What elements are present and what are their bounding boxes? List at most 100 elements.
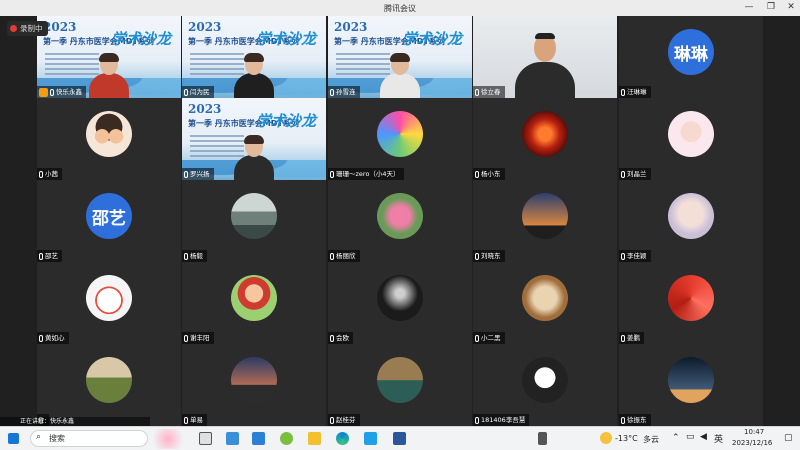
participant-video (515, 33, 575, 98)
participant-tile[interactable]: 谢丰阳 (182, 262, 326, 344)
title-bar: 腾讯会议 — ❐ ✕ (0, 0, 800, 16)
task-view-icon[interactable] (199, 432, 212, 445)
avatar (522, 357, 568, 403)
participant-name-tag: 181406李吾慧 (473, 414, 530, 426)
participant-tile[interactable]: 小二黑 (473, 262, 617, 344)
clock-date[interactable]: 2023/12/16 (732, 439, 772, 447)
slide-year: 2023 (43, 20, 77, 34)
participant-tile[interactable]: 刘晓东 (473, 180, 617, 262)
avatar: 邵艺 (86, 193, 132, 239)
participant-tile[interactable]: 姜鹏 (619, 262, 763, 344)
notification-icon[interactable]: ▢ (784, 433, 793, 443)
app-icon-1[interactable] (226, 432, 239, 445)
windows-start-icon[interactable] (8, 433, 19, 444)
chevron-up-icon[interactable]: ⌃ (672, 433, 680, 443)
participant-name-tag: 赵桂芬 (328, 414, 360, 426)
avatar (231, 275, 277, 321)
minimize-icon[interactable]: — (742, 1, 756, 14)
window-title: 腾讯会议 (384, 4, 416, 13)
participant-name: 小二黑 (481, 334, 501, 342)
avatar (668, 111, 714, 157)
microphone-icon (184, 416, 188, 424)
widget-icon[interactable] (152, 429, 192, 449)
participant-video (380, 53, 420, 98)
maximize-icon[interactable]: ❐ (764, 1, 778, 14)
slide-year: 2023 (334, 20, 368, 34)
avatar (522, 193, 568, 239)
clock-time[interactable]: 10:47 (744, 428, 764, 436)
mail-icon[interactable] (252, 432, 265, 445)
folder-icon[interactable] (308, 432, 321, 445)
participant-tile[interactable]: 2023 第一季 丹东市医学会MDT系列 学术沙龙 闫为民 (182, 16, 326, 98)
participant-tile[interactable] (37, 344, 181, 426)
participant-name: 181406李吾慧 (481, 416, 526, 424)
participant-tile[interactable]: 黄如心 (37, 262, 181, 344)
input-method-icon[interactable]: 英 (714, 432, 723, 445)
close-icon[interactable]: ✕ (784, 1, 798, 14)
participant-tile[interactable]: 徐振东 (619, 344, 763, 426)
participant-tile[interactable]: 赵桂芬 (328, 344, 472, 426)
record-icon (10, 25, 17, 32)
microphone-icon (184, 252, 188, 260)
microphone-icon (330, 170, 334, 178)
participant-video (234, 135, 274, 180)
app-icon-2[interactable] (280, 432, 293, 445)
participant-name: 邵艺 (45, 252, 58, 260)
volume-icon[interactable]: ◀ (700, 432, 707, 442)
video-grid: 2023 第一季 丹东市医学会MDT系列 学术沙龙 快乐永鑫 2023 第一季 丹东市医学… (0, 16, 800, 426)
participant-name: 徐立春 (481, 88, 501, 96)
microphone-icon (621, 334, 625, 342)
edge-icon[interactable] (336, 432, 349, 445)
microphone-icon (39, 170, 43, 178)
participant-tile[interactable]: 刘晶兰 (619, 98, 763, 180)
participant-name: 刘晓东 (481, 252, 501, 260)
participant-name-tag: 小茜 (37, 168, 62, 180)
participant-tile[interactable]: 李佳颖 (619, 180, 763, 262)
microphone-icon (621, 88, 625, 96)
participant-name-tag: 刘晶兰 (619, 168, 651, 180)
participant-name: 小茜 (45, 170, 58, 178)
microphone-icon (621, 252, 625, 260)
participant-tile[interactable]: 2023 第一季 丹东市医学会MDT系列 学术沙龙 孙雪连 (328, 16, 472, 98)
speaker-notice: 正在讲解：快乐永鑫 (0, 417, 150, 426)
participant-tile[interactable]: 2023 第一季 丹东市医学会MDT系列 学术沙龙 罗兴扬 (182, 98, 326, 180)
network-icon[interactable]: ▭ (686, 432, 695, 442)
participant-name-tag: 徐立春 (473, 86, 505, 98)
participant-tile[interactable]: 杨丽欣 (328, 180, 472, 262)
participant-tile[interactable]: 单易 (182, 344, 326, 426)
taskbar: ⌕ 搜索 -13°C 多云 ⌃ ▭ ◀ 英 10:47 2023/12/16 ▢ (0, 426, 800, 450)
participant-name-tag: 杨毅 (182, 250, 207, 262)
microphone-icon (475, 170, 479, 178)
microphone-icon (475, 334, 479, 342)
participant-name-tag: 李佳颖 (619, 250, 651, 262)
participant-tile[interactable]: 2023 第一季 丹东市医学会MDT系列 学术沙龙 快乐永鑫 (37, 16, 181, 98)
participant-tile[interactable]: 徐立春 (473, 16, 617, 98)
participant-name: 杨毅 (190, 252, 203, 260)
avatar (668, 357, 714, 403)
avatar (377, 111, 423, 157)
app-icon-3[interactable] (538, 432, 547, 445)
participant-tile[interactable]: 181406李吾慧 (473, 344, 617, 426)
search-input[interactable]: ⌕ 搜索 (30, 430, 148, 447)
slide-big-title: 学术沙龙 (255, 30, 316, 48)
participant-name: 杨丽欣 (336, 252, 356, 260)
weather-text: 多云 (643, 435, 659, 444)
participant-tile[interactable]: 会欧 (328, 262, 472, 344)
participant-name-tag: 姜鹏 (619, 332, 644, 344)
recording-indicator[interactable]: 录制中 (7, 21, 48, 36)
slide-year: 2023 (188, 20, 222, 34)
microphone-icon (184, 334, 188, 342)
participant-name-tag: 小二黑 (473, 332, 505, 344)
participant-name-tag: 杨小东 (473, 168, 505, 180)
participant-tile[interactable]: 琳琳 汪琳琳 (619, 16, 763, 98)
participant-tile[interactable]: 杨小东 (473, 98, 617, 180)
microphone-icon (475, 88, 479, 96)
participant-tile[interactable]: 小茜 (37, 98, 181, 180)
participant-tile[interactable]: 邵艺 邵艺 (37, 180, 181, 262)
meeting-icon[interactable] (364, 432, 377, 445)
participant-tile[interactable]: 杨毅 (182, 180, 326, 262)
participant-name-tag: 谢丰阳 (182, 332, 214, 344)
avatar (668, 193, 714, 239)
word-icon[interactable] (393, 432, 406, 445)
participant-tile[interactable]: 珊珊～zero（小4天） (328, 98, 472, 180)
